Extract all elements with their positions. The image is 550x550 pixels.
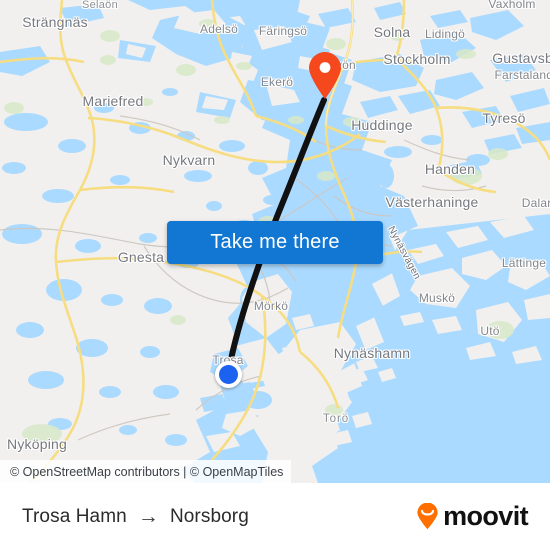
take-me-there-button[interactable]: Take me there xyxy=(167,221,383,264)
footer-bar: Trosa Hamn → Norsborg moovit xyxy=(0,483,550,550)
moovit-pin-icon xyxy=(417,503,438,530)
map-canvas[interactable]: Strängnäs Selaön Adelsö Färingsö Solna Liding… xyxy=(0,0,550,483)
destination-marker-norsborg[interactable] xyxy=(306,50,344,100)
attribution-text: © OpenStreetMap contributors | © OpenMap… xyxy=(10,464,284,479)
take-me-there-label: Take me there xyxy=(210,231,340,253)
moovit-logo[interactable]: moovit xyxy=(414,501,529,531)
trip-origin-label: Trosa Hamn xyxy=(22,505,127,527)
moovit-wordmark: moovit xyxy=(443,501,529,531)
origin-marker-trosa-hamn[interactable] xyxy=(214,360,242,388)
arrow-right-icon: → xyxy=(137,505,159,528)
trip-summary: Trosa Hamn → Norsborg xyxy=(22,506,249,528)
map-pin-icon xyxy=(309,52,341,99)
map-attribution[interactable]: © OpenStreetMap contributors | © OpenMap… xyxy=(0,460,292,483)
origin-dot xyxy=(218,364,238,384)
trip-destination-label: Norsborg xyxy=(169,505,249,527)
